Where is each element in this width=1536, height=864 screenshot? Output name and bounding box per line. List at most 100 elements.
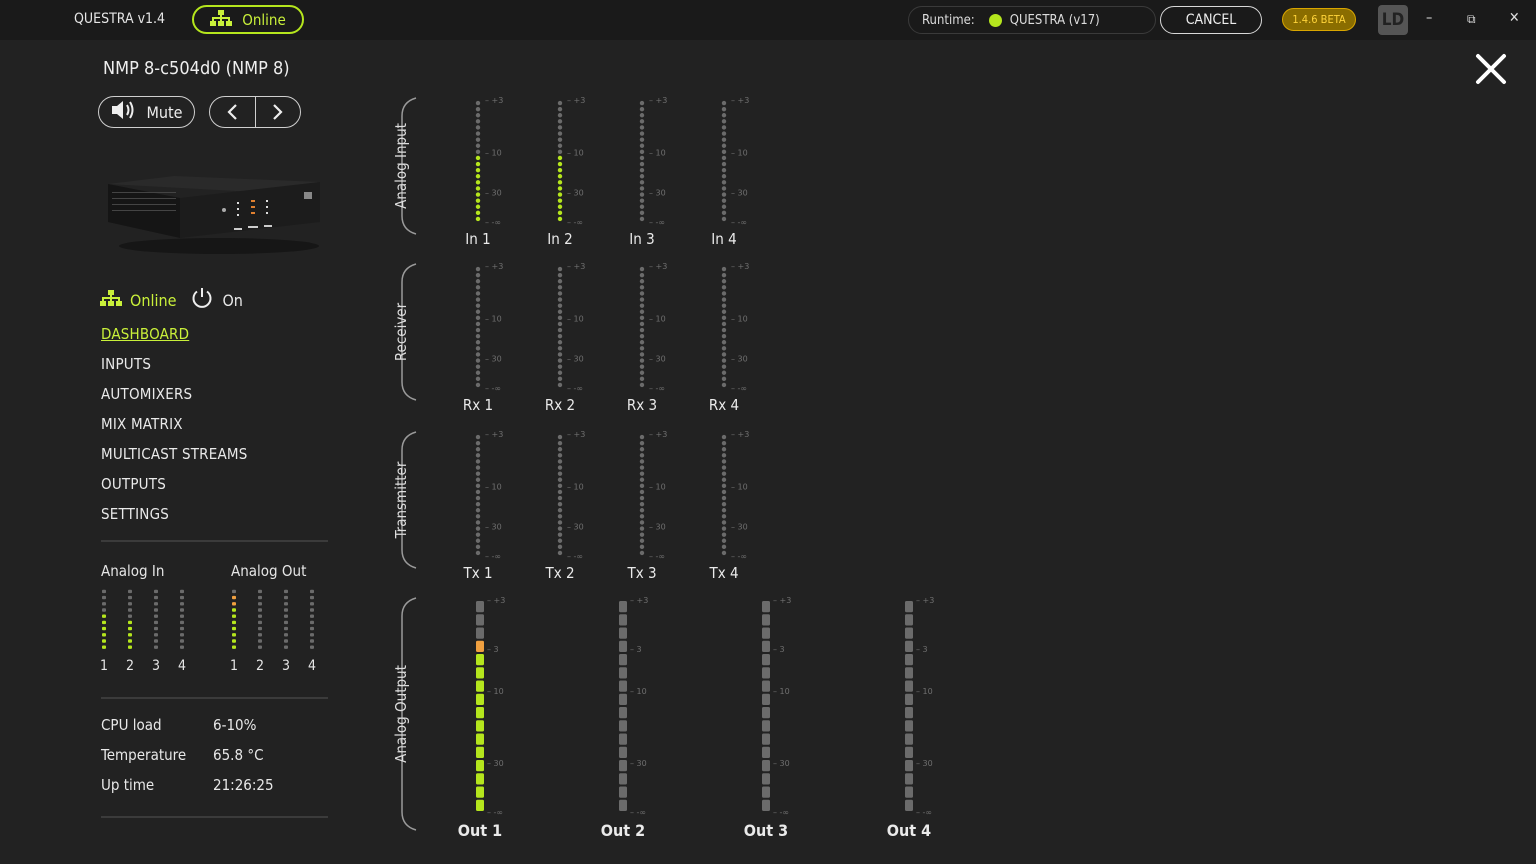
meter-segment <box>721 113 727 118</box>
cancel-button[interactable]: CANCEL <box>1160 6 1262 34</box>
meter-segment <box>639 550 645 556</box>
meter-segment <box>639 514 645 519</box>
meter-segment <box>639 106 645 112</box>
meter-segment <box>639 113 645 118</box>
online-status-button[interactable]: Online <box>192 5 304 34</box>
meter-segment <box>619 640 627 652</box>
next-device-button[interactable] <box>256 97 301 127</box>
mini-meter-label: 4 <box>178 658 186 674</box>
meter-segment <box>721 346 727 351</box>
runtime-selector[interactable]: Runtime: QUESTRA (v17) <box>908 6 1156 34</box>
mini-meter-segment <box>154 595 158 600</box>
mini-meter-segment <box>310 614 314 618</box>
meter-segment <box>476 760 484 772</box>
minimize-button[interactable]: – <box>1426 10 1432 26</box>
meter-tick-label: – +3 <box>649 262 667 271</box>
channel-meter: – +3 – 3 – 10 – 30 – -∞ Out 1 <box>458 596 506 840</box>
mini-meter-segment <box>180 620 184 625</box>
meter-tick-label: – 10 <box>567 314 584 323</box>
runtime-label: Runtime: <box>922 12 975 28</box>
menu-item-outputs[interactable]: OUTPUTS <box>101 472 248 502</box>
mini-meter-segment <box>102 595 106 600</box>
meter-segment <box>639 495 645 501</box>
meter-segment <box>721 358 727 363</box>
temperature-value: 65.8 °C <box>213 746 264 764</box>
channel-label: Tx 1 <box>462 564 492 582</box>
channel-meter: – +3 – 10 – 30 – -∞ Rx 4 <box>709 262 749 414</box>
meter-segment <box>557 192 563 197</box>
meter-segment <box>475 174 481 179</box>
meter-segment <box>476 799 484 811</box>
menu-item-settings[interactable]: SETTINGS <box>101 502 248 532</box>
meter-segment <box>639 327 645 333</box>
menu-item-dashboard[interactable]: DASHBOARD <box>101 322 248 352</box>
meter-segment <box>721 321 727 327</box>
mini-meter-segment <box>232 620 236 625</box>
mini-meter-label: 2 <box>256 658 264 674</box>
channel-meter: – +3 – 10 – 30 – -∞ Tx 2 <box>544 430 585 582</box>
mini-meter-segment <box>258 626 262 631</box>
mini-meter-segment <box>258 633 262 637</box>
meter-segment <box>475 477 481 482</box>
meter-segment <box>721 370 727 375</box>
profile-avatar[interactable]: LD <box>1378 5 1408 35</box>
meter-segment <box>475 216 481 222</box>
meter-segment <box>557 291 563 296</box>
meter-segment <box>475 538 481 543</box>
mini-meter-segment <box>258 614 262 618</box>
meter-tick-label: – 30 <box>773 759 790 768</box>
meter-segment <box>475 327 481 333</box>
meter-segment <box>721 279 727 284</box>
meter-segment <box>721 514 727 519</box>
meter-tick-label: – 10 <box>630 687 647 696</box>
meter-segment <box>762 720 770 732</box>
menu-item-multicast-streams[interactable]: MULTICAST STREAMS <box>101 442 248 472</box>
mini-meter-segment <box>102 639 106 643</box>
meter-segment <box>905 680 913 692</box>
window-close-button[interactable]: ✕ <box>1509 10 1520 26</box>
meter-segment <box>721 453 727 458</box>
channel-meter: – +3 – 10 – 30 – -∞ Rx 2 <box>545 262 585 414</box>
mini-meter-segment <box>284 595 288 600</box>
meter-segment <box>721 285 727 290</box>
meter-segment <box>557 520 563 525</box>
meter-segment <box>619 614 627 626</box>
meter-tick-label: – 30 <box>649 189 666 198</box>
meter-segment <box>639 155 645 161</box>
mini-meter-segment <box>180 633 184 637</box>
power-icon[interactable] <box>190 286 214 314</box>
meter-segment <box>762 640 770 652</box>
mini-meter-segment <box>284 602 288 606</box>
meter-tick-label: – 30 <box>487 759 504 768</box>
meter-segment <box>557 346 563 351</box>
channel-label: In 4 <box>711 230 736 248</box>
meter-segment <box>639 309 645 314</box>
meter-segment <box>639 364 645 369</box>
meter-tick-label: – 10 <box>567 148 584 157</box>
close-panel-button[interactable] <box>1472 50 1510 88</box>
mini-meter-segment <box>154 620 158 625</box>
menu-item-automixers[interactable]: AUTOMIXERS <box>101 382 248 412</box>
meter-segment <box>557 477 563 482</box>
channel-label: Rx 2 <box>545 396 575 414</box>
meter-segment <box>721 266 727 272</box>
meter-tick-label: – -∞ <box>485 552 501 561</box>
meter-segment <box>557 113 563 118</box>
maximize-button[interactable]: ⧉ <box>1467 12 1476 27</box>
meter-segment <box>557 514 563 519</box>
meter-segment <box>557 340 563 345</box>
meter-segment <box>639 297 645 302</box>
previous-device-button[interactable] <box>210 97 256 127</box>
meter-segment <box>557 471 563 476</box>
menu-item-inputs[interactable]: INPUTS <box>101 352 248 382</box>
meter-tick-label: – +3 <box>567 430 585 439</box>
mini-meter-segment <box>180 626 184 631</box>
mute-button[interactable]: Mute <box>98 96 195 128</box>
meter-segment <box>619 667 627 679</box>
menu-item-mix-matrix[interactable]: MIX MATRIX <box>101 412 248 442</box>
meter-segment <box>639 272 645 278</box>
mini-meter-label: 3 <box>152 658 160 674</box>
meter-segment <box>721 376 727 382</box>
meter-segment <box>557 364 563 369</box>
meter-tick-label: – 10 <box>731 148 748 157</box>
